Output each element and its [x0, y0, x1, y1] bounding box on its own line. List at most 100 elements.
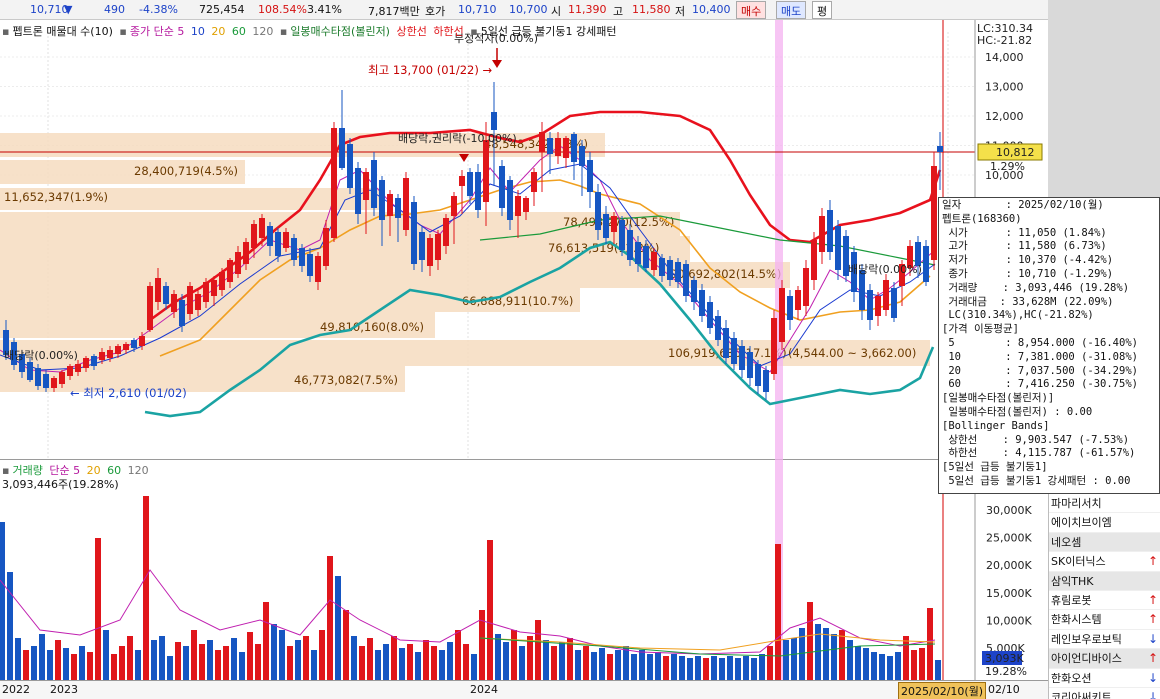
tooltip-line: [가격 이동평균]	[942, 323, 1019, 336]
stock-list[interactable]: 파마리서치에이치브이엠네오셈 SK이터닉스 ↑ 삼익THK 휴림로봇 ↑ 한화시스템 ↑ 레인보…	[1048, 494, 1160, 699]
tooltip-line: [5일선 급등 불기둥1]	[942, 461, 1048, 474]
candle-body	[571, 134, 577, 162]
volume-bar	[487, 540, 493, 680]
volume-bar	[335, 576, 341, 680]
candle-body	[211, 280, 217, 296]
stock-list-item[interactable]: 아이언디바이스 ↑	[1049, 649, 1160, 669]
candle-body	[875, 296, 881, 316]
stock-name: 삼익THK	[1051, 574, 1094, 588]
bid-label: 호가	[425, 5, 446, 18]
volume-bar	[935, 660, 941, 680]
date-label-2022: 2022	[2, 683, 30, 696]
volume-bar	[447, 642, 453, 680]
candle-body	[667, 260, 673, 280]
candle-body	[179, 300, 185, 326]
stock-list-item[interactable]: 에이치브이엠	[1049, 513, 1160, 533]
volume-bar	[79, 646, 85, 680]
volume-bar	[839, 630, 845, 680]
tooltip-line: 5일선 급등 불기둥1 강세패턴 : 0.00	[942, 474, 1131, 487]
volume-bar	[263, 602, 269, 680]
price-pane[interactable]: 11,652,347(1.9%) 28,400,719(4.5%) 48,548,3…	[0, 20, 1048, 460]
candle-body	[275, 232, 281, 256]
stock-list-item[interactable]: 코리아써키트 ↓	[1049, 688, 1160, 699]
stock-name: 에이치브이엠	[1051, 516, 1112, 530]
volume-bar	[71, 654, 77, 680]
candle-body	[307, 254, 313, 276]
volume-bar	[151, 640, 157, 680]
current-volume-pct: 19.28%	[985, 665, 1027, 678]
price-legend: ▪ 펩트론 매물대 수(10) ▪ 종가 단순 5 10 20 60 120 ▪ 일봉…	[2, 23, 620, 39]
up-arrow-icon: ↑	[1147, 651, 1158, 666]
eval-button[interactable]: 평	[812, 1, 833, 19]
volume-bar	[871, 652, 877, 680]
range-price-annotation: (4,544.00 ~ 3,662.00)	[788, 346, 916, 360]
candle-body	[715, 316, 721, 340]
change-value: 490	[104, 3, 125, 16]
current-volume-label: 3,093K	[985, 652, 1024, 665]
legend-square-icon: ▪	[279, 25, 288, 38]
dividend-annotation-3: 배당락(0.00%)	[848, 263, 922, 276]
volume-bar	[439, 650, 445, 680]
volume-bar	[863, 648, 869, 680]
volume-bar	[15, 638, 21, 680]
stock-list-item[interactable]: 한화시스템 ↑	[1049, 610, 1160, 630]
stock-list-item[interactable]: 레인보우로보틱 ↓	[1049, 630, 1160, 650]
volume-bar	[671, 654, 677, 680]
candle-body	[795, 290, 801, 310]
volume-bar	[175, 642, 181, 680]
candle-body	[827, 210, 833, 252]
stock-list-item[interactable]: 한화오션 ↓	[1049, 669, 1160, 688]
candle-body	[123, 344, 129, 350]
candle-body	[803, 268, 809, 306]
candle-body	[107, 350, 113, 358]
legend-lower: 하한선	[433, 25, 464, 38]
stock-chart[interactable]: 11,652,347(1.9%) 28,400,719(4.5%) 48,548,3…	[0, 20, 1048, 699]
sell-button[interactable]: 매도	[776, 1, 807, 19]
candle-body	[771, 318, 777, 374]
candle-body	[883, 280, 889, 310]
volume-bar	[655, 652, 661, 680]
candle-body	[579, 146, 585, 166]
candle-body	[219, 272, 225, 290]
volume-bar	[703, 658, 709, 680]
candle-body	[259, 218, 265, 238]
stock-list-item[interactable]: 휴림로봇 ↑	[1049, 591, 1160, 611]
volume-bar	[0, 522, 5, 680]
candle-body	[619, 220, 625, 250]
stock-list-item[interactable]: 삼익THK	[1049, 571, 1160, 591]
stock-list-item[interactable]: SK이터닉스 ↑	[1049, 552, 1160, 572]
legend-bollinger: 일봉매수타점(볼린저)	[290, 25, 390, 38]
volume-bar	[751, 658, 757, 680]
stock-list-item[interactable]: 파마리서치	[1049, 494, 1160, 514]
candle-body	[483, 140, 489, 202]
volume-bar	[407, 644, 413, 680]
volume-pane[interactable]: 30,000K 25,000K 20,000K 15,000K 10,000K 5,000…	[0, 460, 1048, 681]
volume-bar	[743, 656, 749, 680]
volume-bar	[167, 656, 173, 680]
volume-bar	[7, 572, 13, 680]
volume-tick-label: 20,000K	[986, 559, 1032, 572]
volume-bar	[143, 496, 149, 680]
candle-body	[139, 336, 145, 346]
candle-body	[227, 260, 233, 282]
volume-bar	[119, 646, 125, 680]
volume-bar	[359, 646, 365, 680]
volume-bar	[919, 648, 925, 680]
volume-bar	[367, 638, 373, 680]
candle-body	[283, 232, 289, 248]
stock-list-item[interactable]: 네오셈	[1049, 532, 1160, 553]
volume-bar	[191, 630, 197, 680]
candle-body	[363, 172, 369, 200]
buy-button[interactable]: 매수	[736, 1, 767, 19]
volume-bar	[303, 636, 309, 680]
tooltip-line: 고가 : 11,580 (6.73%)	[942, 240, 1107, 253]
candle-body	[539, 132, 545, 152]
candle-body	[595, 192, 601, 230]
candle-body	[859, 270, 865, 310]
candle-body	[435, 234, 441, 260]
volume-bar	[495, 634, 501, 680]
candle-body	[451, 196, 457, 216]
stock-name: 코리아써키트	[1051, 690, 1112, 699]
legend-ma60: 60	[231, 25, 246, 38]
volume-bar	[103, 630, 109, 680]
